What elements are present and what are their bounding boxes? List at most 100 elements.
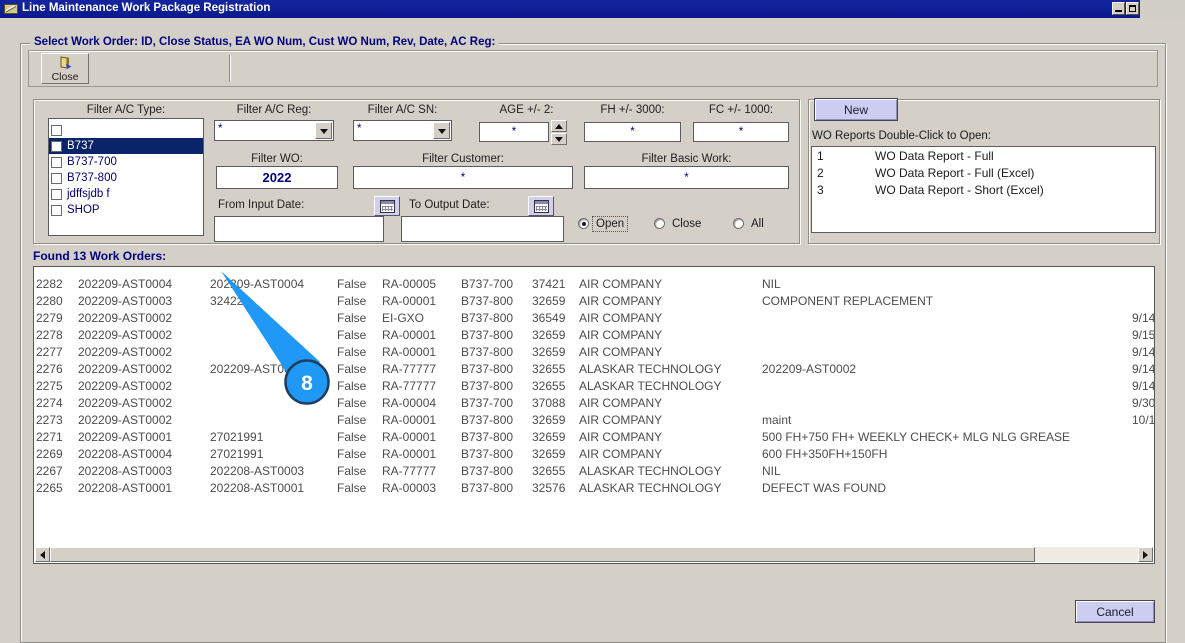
work-order-cell: 9/14 [1132,379,1155,393]
work-order-row[interactable]: 2275202209-AST0002FalseRA-77777B737-8003… [34,379,1155,396]
work-orders-listbox[interactable]: 2282202209-AST0004202209-AST0004FalseRA-… [33,266,1155,564]
ac-type-listbox[interactable]: B737 B737-700B737-800jdffsjdb fSHOP [48,118,204,236]
work-order-cell: False [337,294,366,308]
chevron-down-icon[interactable] [315,122,332,139]
work-order-cell: 9/14 [1132,311,1155,325]
work-order-cell: 202209-AST0003 [78,294,172,308]
customer-input[interactable]: * [353,166,573,189]
fc-input[interactable]: * [693,122,789,142]
work-order-cell: 2273 [36,413,63,427]
ac-type-option-label: B737 [67,140,94,152]
work-order-cell: NIL [762,464,781,478]
work-order-cell: RA-77777 [382,362,436,376]
work-order-cell: 2265 [36,481,63,495]
work-order-cell: 9/14 [1132,345,1155,359]
radio-all[interactable]: All [733,215,767,232]
radio-close[interactable]: Close [654,215,704,232]
work-order-row[interactable]: 2274202209-AST0002FalseRA-00004B737-7003… [34,396,1155,413]
work-order-cell: 32659 [532,345,565,359]
fh-label: FH +/- 3000: [584,104,681,116]
ac-sn-combobox[interactable]: * [353,120,452,141]
work-order-cell: AIR COMPANY [579,294,662,308]
work-order-row[interactable]: 2282202209-AST0004202209-AST0004FalseRA-… [34,277,1155,294]
work-order-cell: 9/14 [1132,362,1155,376]
scroll-right-button[interactable] [1138,547,1153,562]
report-list-item[interactable]: 1WO Data Report - Full [812,149,1155,166]
from-input-date-field[interactable] [214,216,384,242]
work-order-cell: AIR COMPANY [579,328,662,342]
work-order-cell: 202209-AST0002 [78,345,172,359]
scrollbar-thumb[interactable] [50,547,1035,562]
work-order-row[interactable]: 2279202209-AST0002FalseEI-GXOB737-800365… [34,311,1155,328]
fh-input[interactable]: * [584,122,681,142]
radio-icon[interactable] [654,218,665,229]
work-order-row[interactable]: 2273202209-AST0002FalseRA-00001B737-8003… [34,413,1155,430]
radio-open[interactable]: Open [578,215,627,232]
ac-type-option[interactable]: B737-700 [49,154,203,170]
restore-icon [1129,5,1136,12]
basic-work-input[interactable]: * [584,166,789,189]
checkbox-icon[interactable] [51,205,62,216]
from-date-calendar-button[interactable] [374,196,400,216]
checkbox-icon[interactable] [51,141,62,152]
horizontal-scrollbar[interactable] [35,547,1153,562]
checkbox-icon[interactable] [51,125,62,136]
work-order-cell: 2278 [36,328,63,342]
work-order-cell: B737-800 [461,447,513,461]
radio-icon[interactable] [733,218,744,229]
checkbox-icon[interactable] [51,173,62,184]
ac-type-option[interactable]: SHOP [49,202,203,218]
work-order-row[interactable]: 2278202209-AST0002FalseRA-00001B737-8003… [34,328,1155,345]
spin-down-button[interactable] [551,133,567,145]
work-order-row[interactable]: 2269202208-AST000427021991FalseRA-00001B… [34,447,1155,464]
titlebar-filler [1140,0,1185,18]
to-output-date-field[interactable] [401,216,564,242]
restore-button[interactable] [1126,2,1139,15]
minimize-button[interactable] [1112,2,1125,15]
work-order-cell: False [337,413,366,427]
work-order-row[interactable]: 2277202209-AST0002FalseRA-00001B737-8003… [34,345,1155,362]
to-date-calendar-button[interactable] [528,196,554,216]
work-order-cell: AIR COMPANY [579,345,662,359]
work-order-cell: AIR COMPANY [579,413,662,427]
work-order-cell: ALASKAR TECHNOLOGY [579,481,722,495]
calendar-icon [380,200,395,213]
reports-listbox[interactable]: 1WO Data Report - Full2WO Data Report - … [811,146,1156,233]
basic-work-label: Filter Basic Work: [584,153,789,165]
work-order-cell: False [337,447,366,461]
work-order-cell: 32659 [532,430,565,444]
work-order-cell: RA-00001 [382,345,436,359]
reports-label: WO Reports Double-Click to Open: [812,130,991,142]
checkbox-icon[interactable] [51,189,62,200]
work-order-row[interactable]: 2280202209-AST000332422FalseRA-00001B737… [34,294,1155,311]
work-order-cell: AIR COMPANY [579,396,662,410]
work-order-cell: 202209-AST0001 [78,430,172,444]
work-order-cell: 202209-AST0002 [78,311,172,325]
ac-type-option[interactable]: jdffsjdb f [49,186,203,202]
new-button[interactable]: New [814,98,898,121]
ac-reg-value: * [218,123,222,135]
work-order-row[interactable]: 2265202208-AST0001202208-AST0001FalseRA-… [34,481,1155,498]
work-order-cell: RA-00003 [382,481,436,495]
report-list-item[interactable]: 2WO Data Report - Full (Excel) [812,166,1155,183]
chevron-down-icon[interactable] [433,122,450,139]
ac-reg-combobox[interactable]: * [214,120,334,141]
radio-icon[interactable] [578,218,589,229]
spin-up-button[interactable] [551,120,567,132]
cancel-button[interactable]: Cancel [1075,600,1155,623]
close-button[interactable]: Close [41,53,89,84]
work-order-cell: 2274 [36,396,63,410]
checkbox-icon[interactable] [51,157,62,168]
work-order-cell: RA-00001 [382,328,436,342]
report-list-item[interactable]: 3WO Data Report - Short (Excel) [812,183,1155,200]
wo-input[interactable]: 2022 [216,166,338,189]
scroll-left-button[interactable] [35,547,50,562]
ac-type-option[interactable] [49,122,203,138]
work-order-row[interactable]: 2276202209-AST0002202209-AST0002FalseRA-… [34,362,1155,379]
work-order-row[interactable]: 2267202208-AST0003202208-AST0003FalseRA-… [34,464,1155,481]
ac-type-option[interactable]: B737-800 [49,170,203,186]
ac-type-option[interactable]: B737 [49,138,203,154]
age-input[interactable]: * [479,122,549,142]
title-bar[interactable]: Line Maintenance Work Package Registrati… [0,0,1185,18]
work-order-row[interactable]: 2271202209-AST000127021991FalseRA-00001B… [34,430,1155,447]
